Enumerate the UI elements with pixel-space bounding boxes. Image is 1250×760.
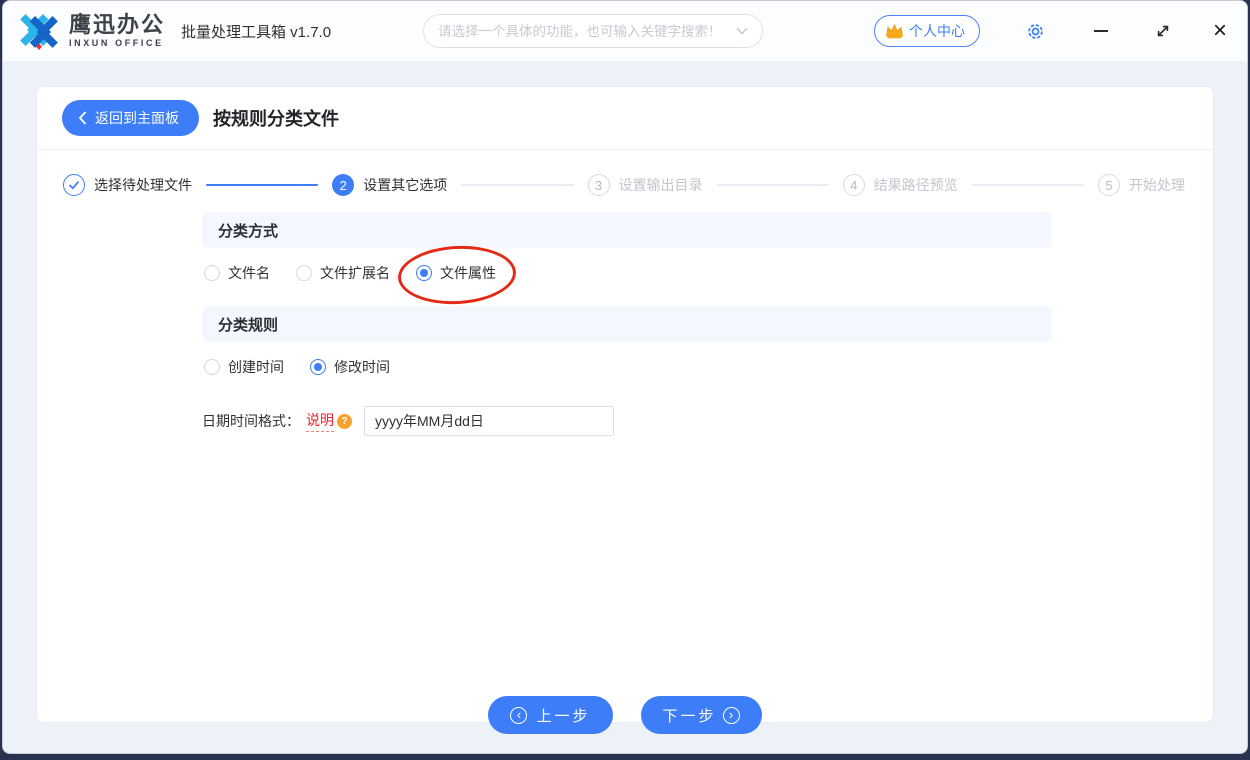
datetime-format-label: 日期时间格式： xyxy=(202,413,300,429)
radio-create-time[interactable]: 创建时间 xyxy=(204,357,284,377)
section-title: 分类规则 xyxy=(218,316,279,334)
section-classification-method: 分类方式 xyxy=(202,212,1052,248)
question-badge-icon[interactable]: ? xyxy=(337,413,352,429)
close-icon[interactable]: × xyxy=(1213,19,1227,43)
radio-circle xyxy=(204,265,220,281)
next-step-label: 下一步 xyxy=(662,707,717,725)
function-search-select[interactable] xyxy=(423,14,763,48)
circle-arrow-left-icon: ‹ xyxy=(510,706,528,724)
app-window: 鹰迅办公 INXUN OFFICE 批量处理工具箱 v1.7.0 个人中心 xyxy=(2,0,1248,754)
options-form: 分类方式 文件名 文件扩展名 文件属性 分类规则 创建时间 修改时间 日期时间格… xyxy=(202,212,1052,436)
step-3-output-dir: 3 设置输出目录 xyxy=(587,174,703,196)
search-input[interactable] xyxy=(438,23,730,39)
crown-icon xyxy=(886,23,903,39)
radio-circle xyxy=(204,359,220,375)
main-card: 返回到主面板 按规则分类文件 选择待处理文件 2 设置其它选项 3 设置输出目录… xyxy=(36,86,1214,734)
step-connector xyxy=(716,184,829,186)
radio-circle xyxy=(310,359,326,375)
content-area: 返回到主面板 按规则分类文件 选择待处理文件 2 设置其它选项 3 设置输出目录… xyxy=(3,61,1247,753)
classification-rule-options: 创建时间 修改时间 xyxy=(204,354,1052,380)
step-4-result-preview: 4 结果路径预览 xyxy=(842,174,958,196)
step-connector xyxy=(461,184,574,186)
user-center-label: 个人中心 xyxy=(908,23,965,39)
step-1-label: 选择待处理文件 xyxy=(94,177,192,193)
datetime-format-input[interactable] xyxy=(364,406,614,436)
step-5-start-process: 5 开始处理 xyxy=(1098,174,1185,196)
step-2-label: 设置其它选项 xyxy=(363,177,448,193)
radio-modify-time[interactable]: 修改时间 xyxy=(310,357,390,377)
step-connector xyxy=(206,184,319,186)
app-logo: 鹰迅办公 INXUN OFFICE xyxy=(17,12,165,50)
help-link[interactable]: 说明 xyxy=(306,410,334,432)
page-title: 按规则分类文件 xyxy=(213,109,339,129)
logo-subtitle: INXUN OFFICE xyxy=(69,38,164,48)
radio-file-attribute[interactable]: 文件属性 xyxy=(396,242,518,308)
radio-circle xyxy=(416,265,432,281)
section-title: 分类方式 xyxy=(218,222,279,240)
step-1-check-icon xyxy=(63,174,85,196)
step-3-label: 设置输出目录 xyxy=(618,177,703,193)
classification-method-options: 文件名 文件扩展名 文件属性 xyxy=(204,242,1052,308)
chevron-left-icon xyxy=(78,111,87,125)
step-5-number: 5 xyxy=(1098,174,1120,196)
step-4-label: 结果路径预览 xyxy=(873,177,958,193)
prev-step-label: 上一步 xyxy=(536,707,591,725)
maximize-restore-icon[interactable] xyxy=(1155,23,1171,39)
wizard-stepper: 选择待处理文件 2 设置其它选项 3 设置输出目录 4 结果路径预览 5 开始处… xyxy=(63,174,1185,196)
radio-file-extension[interactable]: 文件扩展名 xyxy=(296,263,390,283)
datetime-format-row: 日期时间格式： 说明 ? xyxy=(202,406,1052,436)
next-step-button[interactable]: 下一步 › xyxy=(640,696,762,734)
settings-gear-icon[interactable] xyxy=(1026,22,1045,41)
back-to-dashboard-button[interactable]: 返回到主面板 xyxy=(62,100,199,136)
chevron-down-icon xyxy=(736,27,748,35)
radio-file-name[interactable]: 文件名 xyxy=(204,263,270,283)
step-1-select-files: 选择待处理文件 xyxy=(63,174,192,196)
circle-arrow-right-icon: › xyxy=(722,706,740,724)
step-5-label: 开始处理 xyxy=(1129,177,1185,193)
logo-title: 鹰迅办公 xyxy=(69,12,166,37)
wizard-footer: ‹ 上一步 下一步 › xyxy=(37,696,1213,734)
app-title: 批量处理工具箱 v1.7.0 xyxy=(181,23,332,41)
step-2-number: 2 xyxy=(332,174,355,196)
step-4-number: 4 xyxy=(842,174,865,196)
step-2-set-options: 2 设置其它选项 xyxy=(332,174,447,196)
radio-circle xyxy=(296,265,312,281)
back-button-label: 返回到主面板 xyxy=(95,110,179,126)
section-classification-rule: 分类规则 xyxy=(202,306,1052,342)
titlebar: 鹰迅办公 INXUN OFFICE 批量处理工具箱 v1.7.0 个人中心 xyxy=(3,1,1247,61)
card-header: 返回到主面板 按规则分类文件 xyxy=(37,87,1213,150)
step-connector xyxy=(971,184,1084,186)
user-center-button[interactable]: 个人中心 xyxy=(873,15,980,47)
logo-x-icon xyxy=(20,14,58,50)
step-3-number: 3 xyxy=(587,174,610,196)
prev-step-button[interactable]: ‹ 上一步 xyxy=(488,696,613,734)
minimize-icon[interactable] xyxy=(1093,30,1109,32)
